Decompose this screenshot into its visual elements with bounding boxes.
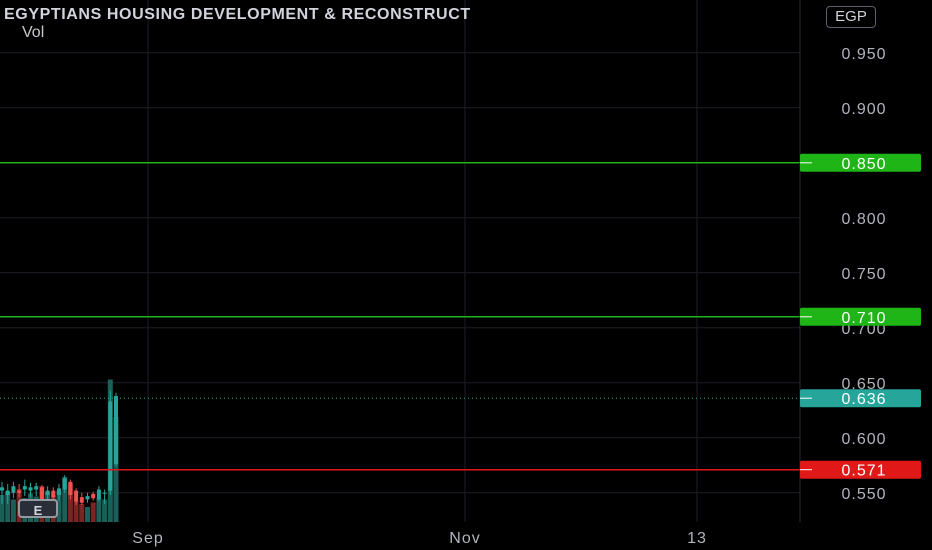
candle-body: [68, 481, 73, 495]
candle-body: [0, 487, 4, 491]
candle-body: [62, 478, 67, 490]
price-lines[interactable]: [0, 162, 800, 471]
candle-body: [85, 496, 90, 500]
price-axis[interactable]: 0.5500.6000.6500.7000.7500.8000.8500.900…: [841, 46, 886, 503]
candle-body: [96, 489, 101, 500]
candle-body: [11, 486, 16, 493]
volume-bar: [90, 502, 96, 522]
candle-body: [79, 497, 84, 503]
price-tick-label: 0.750: [841, 266, 886, 283]
candle-body: [28, 487, 33, 491]
price-tick-label: 0.600: [841, 431, 886, 448]
price-line-value: 0.850: [841, 156, 886, 173]
time-tick-label: Sep: [132, 530, 163, 547]
chart-grid: [0, 0, 800, 522]
symbol-title[interactable]: EGYPTIANS HOUSING DEVELOPMENT & RECONSTR…: [4, 6, 800, 24]
candle-body: [74, 490, 79, 502]
candlesticks: [0, 390, 118, 505]
price-tick-label: 0.800: [841, 211, 886, 228]
price-tick-label: 0.550: [841, 486, 886, 503]
time-axis[interactable]: Sep Nov 13: [132, 530, 707, 547]
candle-body: [108, 401, 113, 491]
price-chart[interactable]: 0.5500.6000.6500.7000.7500.8000.8500.900…: [0, 0, 932, 550]
candle-body: [45, 490, 50, 495]
price-line-value: 0.571: [841, 463, 886, 480]
candle-body: [34, 486, 39, 490]
volume-bar: [79, 504, 85, 522]
earnings-badge[interactable]: E: [18, 499, 58, 518]
volume-indicator-label[interactable]: Vol: [22, 24, 44, 42]
candle-body: [51, 490, 56, 498]
candle-body: [5, 490, 10, 495]
time-tick-label: Nov: [449, 530, 480, 547]
candle-body: [57, 488, 61, 495]
price-tick-label: 0.900: [841, 101, 886, 118]
price-line-value: 0.710: [841, 310, 886, 327]
currency-badge[interactable]: EGP: [826, 6, 876, 28]
candle-body: [22, 486, 27, 490]
volume-bar: [10, 499, 16, 522]
candle-body: [102, 492, 107, 494]
candle-body: [17, 490, 22, 493]
candle-body: [91, 493, 96, 499]
volume-bar: [85, 507, 90, 522]
time-tick-label: 13: [687, 530, 707, 547]
candle-body: [114, 396, 118, 465]
price-tick-label: 0.950: [841, 46, 886, 63]
price-line-value: 0.636: [841, 391, 886, 408]
